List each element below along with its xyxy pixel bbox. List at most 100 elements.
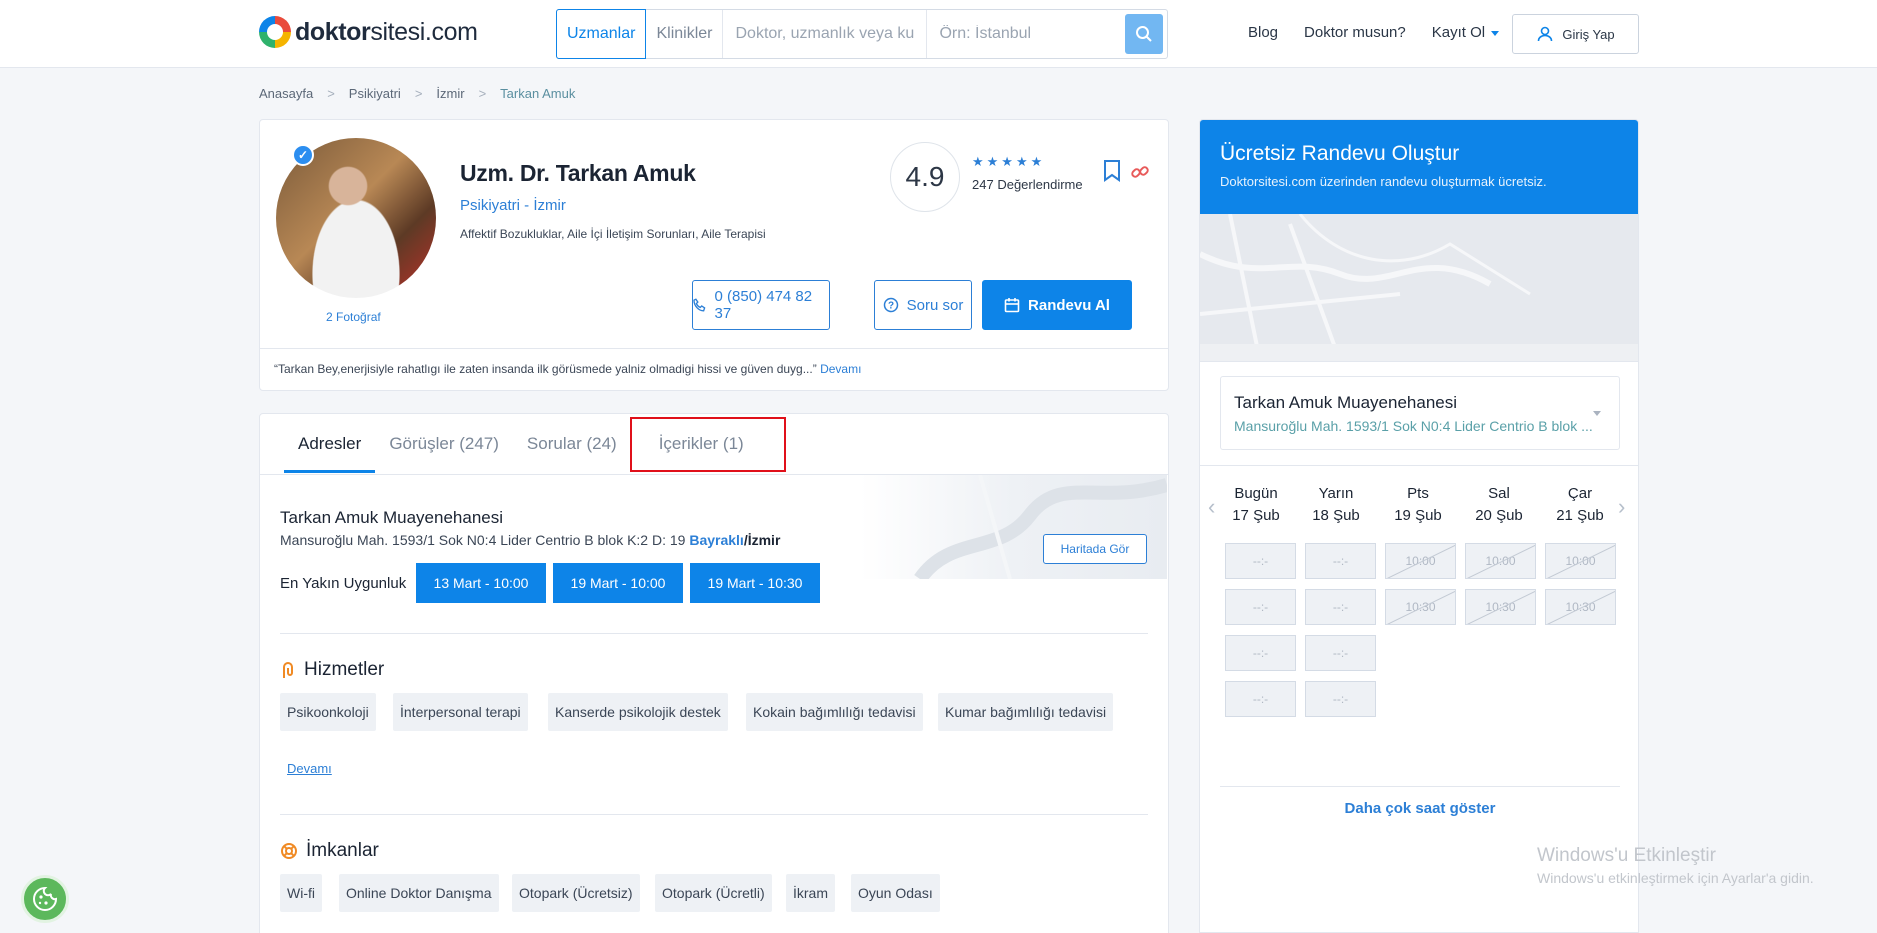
services-title: Hizmetler	[280, 659, 384, 681]
cookie-icon	[33, 886, 58, 911]
appointment-title: Ücretsiz Randevu Oluştur	[1220, 142, 1460, 165]
service-chip[interactable]: Psikoonkoloji	[280, 693, 376, 731]
cookie-settings-button[interactable]	[21, 875, 69, 923]
chevron-down-icon	[1593, 411, 1601, 416]
chevron-down-icon	[1491, 30, 1500, 36]
nav-blog[interactable]: Blog	[1248, 24, 1278, 41]
tab-addresses[interactable]: Adresler	[284, 434, 376, 473]
service-chip[interactable]: Kanserde psikolojik destek	[548, 693, 728, 731]
nav-links: Blog Doktor musun? Kayıt Ol	[1248, 24, 1525, 41]
search-tab-clinics[interactable]: Klinikler	[646, 10, 724, 58]
clinic-select[interactable]: Tarkan Amuk Muayenehanesi Mansuroğlu Mah…	[1220, 376, 1620, 450]
time-slot: 10:30	[1545, 589, 1616, 625]
calendar-icon	[1004, 298, 1020, 313]
reviews-count[interactable]: 247 Değerlendirme	[972, 177, 1083, 192]
time-slot: --:-	[1305, 635, 1376, 671]
highlight-box	[630, 417, 786, 472]
facilities-title: İmkanlar	[280, 840, 379, 862]
question-icon: ?	[883, 297, 898, 313]
breadcrumb-home[interactable]: Anasayfa	[259, 86, 313, 101]
star-rating-icon: ★★★★★	[972, 154, 1046, 169]
time-slot: 10:00	[1545, 543, 1616, 579]
day-header: Bugün 17 Şub	[1232, 485, 1280, 524]
prev-days-arrow-icon[interactable]: ‹	[1208, 494, 1215, 520]
tab-questions[interactable]: Sorular (24)	[513, 434, 631, 473]
photos-link[interactable]: 2 Fotoğraf	[326, 310, 381, 324]
appointment-header: Ücretsiz Randevu Oluştur Doktorsitesi.co…	[1200, 120, 1638, 214]
svg-text:?: ?	[888, 301, 894, 312]
time-slot: --:-	[1305, 589, 1376, 625]
services-icon	[283, 662, 293, 678]
windows-activation-subtitle: Windows'u etkinleştirmek için Ayarlar'a …	[1537, 870, 1814, 886]
time-slot: 10:30	[1385, 589, 1456, 625]
time-slot: --:-	[1305, 543, 1376, 579]
nav-doctor[interactable]: Doktor musun?	[1304, 24, 1406, 41]
facility-chip: Wi-fi	[280, 874, 322, 912]
time-slot: 10:00	[1385, 543, 1456, 579]
section-divider	[280, 814, 1148, 815]
clinic-address: Mansuroğlu Mah. 1593/1 Sok N0:4 Lider Ce…	[280, 532, 781, 548]
service-chip[interactable]: Kumar bağımlılığı tedavisi	[938, 693, 1114, 731]
show-more-hours-link[interactable]: Daha çok saat göster	[1200, 800, 1638, 817]
tab-reviews[interactable]: Görüşler (247)	[375, 434, 513, 473]
service-chip[interactable]: Kokain bağımlılığı tedavisi	[746, 693, 923, 731]
book-appointment-button[interactable]: Randevu Al	[982, 280, 1132, 330]
view-map-button[interactable]: Haritada Gör	[1043, 534, 1147, 564]
facility-chip: Otopark (Ücretli)	[655, 874, 772, 912]
search-box: Uzmanlar Klinikler	[556, 9, 1168, 59]
details-card: Adresler Görüşler (247) Sorular (24) İçe…	[259, 413, 1169, 933]
logo-icon	[259, 16, 291, 48]
doctor-name: Uzm. Dr. Tarkan Amuk	[460, 160, 696, 186]
phone-button[interactable]: 0 (850) 474 82 37	[692, 280, 830, 330]
facility-chip: Otopark (Ücretsiz)	[512, 874, 640, 912]
windows-activation-title: Windows'u Etkinleştir	[1537, 845, 1716, 866]
day-header: Pts 19 Şub	[1394, 485, 1442, 524]
breadcrumb: Anasayfa > Psikiyatri > İzmir > Tarkan Amuk	[259, 86, 576, 101]
next-days-arrow-icon[interactable]: ›	[1618, 494, 1625, 520]
nearest-slot-button[interactable]: 19 Mart - 10:30	[690, 563, 820, 603]
time-slot: --:-	[1225, 635, 1296, 671]
login-button[interactable]: Giriş Yap	[1512, 14, 1639, 54]
time-slot: --:-	[1225, 681, 1296, 717]
nav-register[interactable]: Kayıt Ol	[1432, 24, 1500, 41]
breadcrumb-current: Tarkan Amuk	[500, 86, 576, 101]
appointment-subtitle: Doktorsitesi.com üzerinden randevu oluşt…	[1220, 174, 1547, 189]
service-chip[interactable]: İnterpersonal terapi	[393, 693, 528, 731]
facility-chip: Oyun Odası	[851, 874, 940, 912]
search-tab-experts[interactable]: Uzmanlar	[556, 9, 647, 59]
day-header: Çar 21 Şub	[1556, 485, 1604, 524]
location-input[interactable]	[927, 10, 1128, 58]
time-slot: 10:00	[1465, 543, 1536, 579]
facilities-icon	[281, 843, 297, 859]
doctor-tags: Affektif Bozukluklar, Aile İçi İletişim …	[460, 227, 766, 241]
day-header: Sal 20 Şub	[1475, 485, 1523, 524]
breadcrumb-city[interactable]: İzmir	[436, 86, 464, 101]
time-slot: 10:30	[1465, 589, 1536, 625]
services-more-link[interactable]: Devamı	[287, 761, 332, 776]
phone-icon	[693, 298, 706, 312]
facility-chip: Online Doktor Danışma	[339, 874, 499, 912]
link-icon[interactable]	[1130, 162, 1150, 182]
appointment-panel: Ücretsiz Randevu Oluştur Doktorsitesi.co…	[1199, 119, 1639, 933]
site-logo[interactable]: doktorsitesi.com	[259, 16, 478, 48]
nearest-slot-button[interactable]: 13 Mart - 10:00	[416, 563, 546, 603]
appointment-map[interactable]	[1200, 214, 1638, 361]
facility-chip: İkram	[786, 874, 835, 912]
nearest-slot-button[interactable]: 19 Mart - 10:00	[553, 563, 683, 603]
user-icon	[1538, 26, 1553, 42]
section-divider	[280, 633, 1148, 634]
doctor-specialty[interactable]: Psikiyatri - İzmir	[460, 197, 566, 214]
search-icon	[1136, 26, 1152, 42]
rating-score: 4.9	[890, 142, 960, 212]
quote-more-link[interactable]: Devamı	[820, 362, 861, 376]
breadcrumb-specialty[interactable]: Psikiyatri	[349, 86, 401, 101]
review-quote: “Tarkan Bey,enerjisiyle rahatlıgı ile za…	[260, 348, 1168, 389]
search-button[interactable]	[1125, 14, 1163, 54]
clinic-name: Tarkan Amuk Muayenehanesi	[280, 508, 504, 527]
nearest-availability-label: En Yakın Uygunluk	[280, 575, 407, 592]
ask-question-button[interactable]: ? Soru sor	[874, 280, 972, 330]
verified-badge-icon: ✓	[292, 144, 314, 166]
search-input[interactable]	[723, 10, 928, 58]
bookmark-icon[interactable]	[1103, 160, 1121, 182]
top-navbar: doktorsitesi.com Uzmanlar Klinikler Blog…	[0, 0, 1877, 68]
